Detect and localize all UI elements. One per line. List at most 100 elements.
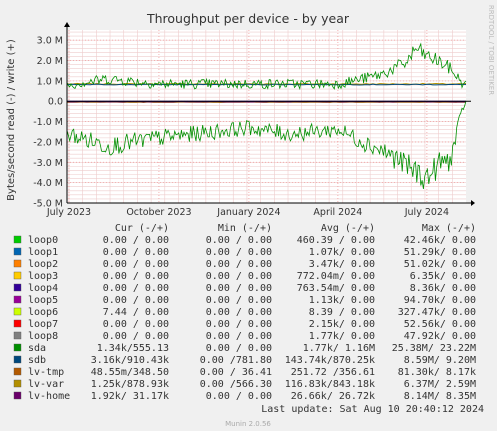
- plot-area: [67, 30, 466, 203]
- rrdtool-side-label: RRDTOOL / TOBI OETIKER: [487, 5, 495, 95]
- legend-value-cur: 0.00 / 0.00: [103, 259, 169, 270]
- legend-swatch: [13, 379, 22, 388]
- legend-series-name: loop6: [28, 307, 58, 318]
- legend-series-name: lv-tmp: [28, 367, 64, 378]
- legend-value-avg: 460.39 / 0.00: [297, 235, 375, 246]
- legend-value-min: 0.00 / 0.00: [206, 283, 272, 294]
- legend-value-cur: 1.92k/ 31.17k: [91, 391, 169, 402]
- legend-value-min: 0.00 /781.80: [200, 355, 272, 366]
- last-update-text: Last update: Sat Aug 10 20:40:12 2024: [261, 404, 484, 415]
- legend-value-max: 327.47k/ 0.00: [398, 307, 476, 318]
- legend-swatch: [13, 343, 22, 352]
- legend-value-min: 0.00 / 0.00: [206, 295, 272, 306]
- legend-value-avg: 1.77k/ 1.16M: [303, 343, 375, 354]
- legend-value-min: 0.00 / 0.00: [206, 343, 272, 354]
- legend-value-avg: 3.47k/ 0.00: [309, 259, 375, 270]
- legend-value-cur: 48.55m/348.50: [91, 367, 169, 378]
- y-tick-label: 1.0 M: [37, 76, 63, 87]
- legend-value-min: 0.00 / 0.00: [206, 319, 272, 330]
- y-tick-label: -1.0 M: [33, 117, 63, 128]
- chart-title: Throughput per device - by year: [146, 11, 350, 26]
- legend-value-min: 0.00 / 0.00: [206, 331, 272, 342]
- legend-swatch: [13, 391, 22, 400]
- y-tick-label: -3.0 M: [33, 158, 63, 169]
- legend-value-max: 42.46k/ 0.00: [404, 235, 476, 246]
- legend-value-avg: 763.54m/ 0.00: [297, 283, 375, 294]
- legend-value-max: 47.92k/ 0.00: [404, 331, 476, 342]
- y-tick-label: 0.0: [48, 97, 63, 108]
- legend-value-cur: 0.00 / 0.00: [103, 331, 169, 342]
- legend-series-name: loop4: [28, 283, 58, 294]
- legend-swatch: [13, 283, 22, 292]
- legend-value-cur: 0.00 / 0.00: [103, 235, 169, 246]
- legend-value-cur: 0.00 / 0.00: [103, 283, 169, 294]
- legend-swatch: [13, 259, 22, 268]
- legend-value-cur: 0.00 / 0.00: [103, 319, 169, 330]
- x-tick-label: January 2024: [216, 207, 280, 218]
- legend-series-name: lv-var: [28, 379, 64, 390]
- legend-value-cur: 1.34k/555.13: [97, 343, 169, 354]
- legend-value-avg: 1.77k/ 0.00: [309, 331, 375, 342]
- legend-value-cur: 0.00 / 0.00: [103, 295, 169, 306]
- legend-value-avg: 1.13k/ 0.00: [309, 295, 375, 306]
- legend-swatch: [13, 235, 22, 244]
- legend-value-min: 0.00 / 36.41: [200, 367, 272, 378]
- legend-value-avg: 2.15k/ 0.00: [309, 319, 375, 330]
- legend-value-avg: 251.72 /356.61: [291, 367, 375, 378]
- legend-value-avg: 26.66k/ 26.72k: [291, 391, 375, 402]
- legend-value-min: 0.00 / 0.00: [206, 271, 272, 282]
- throughput-chart: Throughput per device - by year Bytes/se…: [0, 0, 497, 431]
- legend-series-name: loop1: [28, 247, 58, 258]
- legend-value-avg: 143.74k/870.25k: [285, 355, 375, 366]
- legend-swatch: [13, 307, 22, 316]
- legend-value-max: 8.36k/ 0.00: [410, 283, 476, 294]
- legend-series-name: loop8: [28, 331, 58, 342]
- legend-series-name: loop2: [28, 259, 58, 270]
- legend-value-min: 0.00 / 0.00: [206, 247, 272, 258]
- y-tick-label: -4.0 M: [33, 178, 63, 189]
- legend-column-header: Avg (-/+): [321, 223, 375, 234]
- legend-value-cur: 0.00 / 0.00: [103, 247, 169, 258]
- legend-swatch: [13, 271, 22, 280]
- legend-value-cur: 7.44 / 0.00: [103, 307, 169, 318]
- legend-value-min: 0.00 / 0.00: [206, 391, 272, 402]
- legend-column-header: Cur (-/+): [115, 223, 169, 234]
- legend-series-name: lv-home: [28, 391, 70, 402]
- legend-value-max: 94.70k/ 0.00: [404, 295, 476, 306]
- legend-series-name: sdb: [28, 355, 46, 366]
- x-tick-label: July 2024: [404, 207, 449, 218]
- legend-series-name: loop0: [28, 235, 58, 246]
- legend-value-max: 25.38M/ 23.22M: [392, 343, 476, 354]
- legend-swatch: [13, 295, 22, 304]
- legend-value-avg: 116.83k/843.18k: [285, 379, 375, 390]
- legend-swatch: [13, 319, 22, 328]
- y-tick-label: -2.0 M: [33, 137, 63, 148]
- legend-series-name: sda: [28, 343, 46, 354]
- legend-value-avg: 772.04m/ 0.00: [297, 271, 375, 282]
- legend-value-max: 8.59M/ 9.20M: [404, 355, 476, 366]
- legend-value-max: 6.35k/ 0.00: [410, 271, 476, 282]
- legend-value-avg: 8.39 / 0.00: [309, 307, 375, 318]
- legend-swatch: [13, 331, 22, 340]
- munin-version-footer: Munin 2.0.56: [225, 420, 271, 428]
- y-tick-label: 2.0 M: [37, 56, 63, 67]
- legend-value-avg: 1.07k/ 0.00: [309, 247, 375, 258]
- legend-value-max: 51.02k/ 0.00: [404, 259, 476, 270]
- legend-value-min: 0.00 / 0.00: [206, 307, 272, 318]
- legend-series-name: loop5: [28, 295, 58, 306]
- legend-value-cur: 1.25k/878.93k: [91, 379, 169, 390]
- legend-value-min: 0.00 /566.30: [200, 379, 272, 390]
- legend-series-name: loop3: [28, 271, 58, 282]
- y-tick-label: 3.0 M: [37, 36, 63, 47]
- legend-value-max: 51.29k/ 0.00: [404, 247, 476, 258]
- legend-series-name: loop7: [28, 319, 58, 330]
- x-tick-label: October 2023: [126, 207, 191, 218]
- legend-value-max: 8.14M/ 8.35M: [404, 391, 476, 402]
- legend-swatch: [13, 355, 22, 364]
- legend-value-max: 81.30k/ 8.17k: [398, 367, 476, 378]
- legend-value-min: 0.00 / 0.00: [206, 235, 272, 246]
- legend-swatch: [13, 247, 22, 256]
- legend-column-header: Min (-/+): [218, 223, 272, 234]
- legend-value-max: 6.37M/ 2.59M: [404, 379, 476, 390]
- x-tick-label: July 2023: [46, 207, 91, 218]
